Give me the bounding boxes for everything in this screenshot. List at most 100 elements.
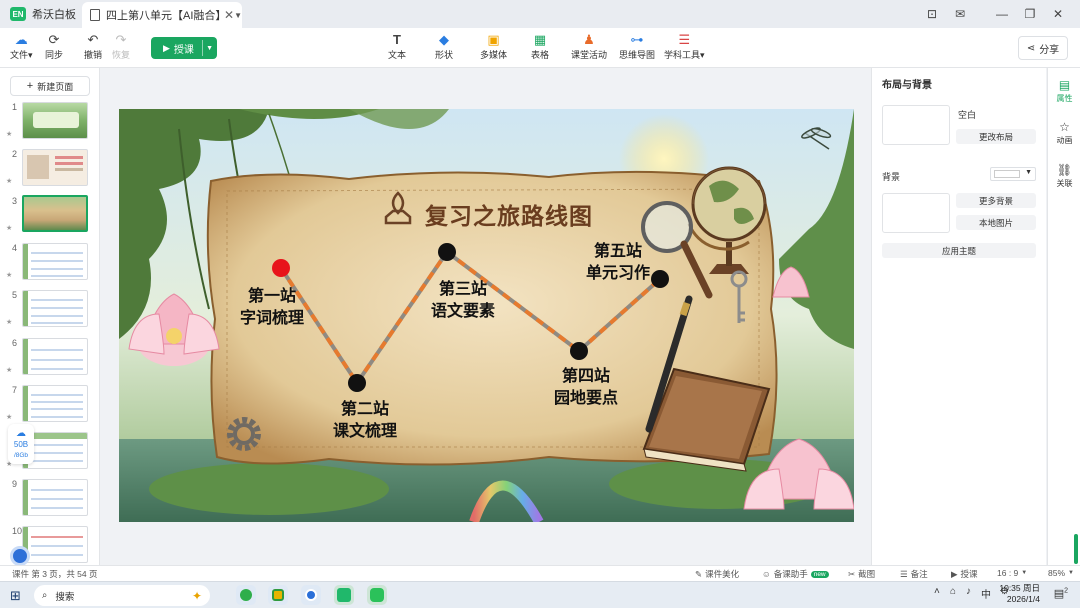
document-tab[interactable]: 四上第八单元【AI融合】 ▼ ✕ bbox=[82, 2, 242, 28]
page-thumbnail-5[interactable] bbox=[22, 290, 88, 327]
star-icon: ★ bbox=[6, 178, 13, 185]
message-icon[interactable]: ✉ bbox=[946, 7, 974, 21]
cloud-storage-badge[interactable]: ☁ 50B /8Gb bbox=[8, 424, 34, 464]
side-tab-bar: ▤ 属性 ☆ 动画 ⛓ 关联 bbox=[1047, 68, 1080, 565]
tab-animation[interactable]: ☆ 动画 bbox=[1048, 120, 1080, 146]
minimize-icon[interactable]: — bbox=[988, 7, 1016, 21]
more-background-button[interactable]: 更多背景 bbox=[956, 193, 1036, 208]
close-tab-icon[interactable]: ✕ bbox=[224, 8, 234, 22]
taskbar-app-sync-icon[interactable] bbox=[268, 585, 288, 605]
page-number: 2 bbox=[12, 149, 18, 159]
page-thumbnail-7[interactable] bbox=[22, 385, 88, 422]
station-marker[interactable] bbox=[438, 243, 456, 261]
zoom-select[interactable]: 85% ▼ bbox=[1048, 568, 1074, 578]
close-window-icon[interactable]: ✕ bbox=[1044, 7, 1072, 21]
canvas-area: 复习之旅路线图 第一站 字词梳理 第二站 课文梳理 第三站 语文要素 第四站 园… bbox=[101, 68, 870, 565]
change-layout-button[interactable]: 更改布局 bbox=[956, 129, 1036, 144]
notes-button[interactable]: ☰ 备注 bbox=[900, 568, 928, 580]
os-taskbar: ⊞ ⌕ 搜索 ✦ ˄ ⌂ ♪ 中 ⚙ 10:35 周日 2026/1/4 ▤2 bbox=[0, 581, 1080, 608]
tab-link-label: 关联 bbox=[1056, 179, 1073, 188]
apply-theme-button[interactable]: 应用主题 bbox=[882, 243, 1036, 258]
taskbar-search[interactable]: ⌕ 搜索 ✦ bbox=[34, 585, 210, 606]
station-label-4[interactable]: 第四站 园地要点 bbox=[546, 365, 626, 409]
background-preview[interactable] bbox=[882, 193, 950, 233]
station-5-topic: 单元习作 bbox=[585, 263, 650, 282]
station-label-1[interactable]: 第一站 字词梳理 bbox=[232, 285, 312, 329]
redo-button[interactable]: ↷ 恢复 bbox=[112, 32, 130, 61]
station-2-topic: 课文梳理 bbox=[332, 421, 397, 440]
color-swatch bbox=[994, 170, 1020, 178]
page-thumbnail-10[interactable] bbox=[22, 526, 88, 563]
redo-label: 恢复 bbox=[112, 50, 131, 60]
taskbar-app-wechat-icon[interactable] bbox=[367, 585, 387, 605]
layout-name: 空白 bbox=[958, 110, 977, 120]
station-label-3[interactable]: 第三站 语文要素 bbox=[423, 278, 503, 322]
taskbar-app-browser-icon[interactable] bbox=[236, 585, 256, 605]
page-thumbnail-2[interactable] bbox=[22, 149, 88, 186]
station-marker[interactable] bbox=[570, 342, 588, 360]
local-image-button[interactable]: 本地图片 bbox=[956, 215, 1036, 230]
sync-button[interactable]: ⟳ 同步 bbox=[45, 32, 63, 61]
shape-tool[interactable]: ◆ 形状 bbox=[435, 32, 453, 61]
layout-preview[interactable] bbox=[882, 105, 950, 145]
taskbar-clock[interactable]: 10:35 周日 2026/1/4 bbox=[999, 583, 1040, 605]
tab-properties[interactable]: ▤ 属性 bbox=[1048, 78, 1080, 104]
sparkle-icon: ✦ bbox=[191, 588, 202, 603]
page-thumbnail-6[interactable] bbox=[22, 338, 88, 375]
taskbar-app-seewo-icon[interactable] bbox=[334, 585, 354, 605]
background-color-picker[interactable]: ▼ bbox=[990, 167, 1036, 181]
chevron-down-icon[interactable]: ▼ bbox=[234, 11, 242, 20]
mindmap-tool[interactable]: ⊶ 思维导图 bbox=[619, 32, 655, 61]
activity-label: 课堂活动 bbox=[571, 50, 608, 60]
clock-time: 10:35 周日 bbox=[999, 583, 1040, 593]
ime-indicator[interactable]: 中 bbox=[981, 586, 991, 601]
text-tool[interactable]: T 文本 bbox=[388, 32, 406, 61]
assistant-button[interactable]: ☺ 备课助手 new bbox=[762, 568, 829, 580]
media-tool[interactable]: ▣ 多媒体 bbox=[480, 32, 507, 61]
document-icon bbox=[90, 9, 100, 21]
station-label-2[interactable]: 第二站 课文梳理 bbox=[325, 398, 405, 442]
tray-network-icon[interactable]: ⌂ bbox=[950, 586, 956, 597]
screenshot-button[interactable]: ✂ 截图 bbox=[848, 568, 875, 580]
star-icon: ★ bbox=[6, 272, 13, 279]
page-thumbnail-4[interactable] bbox=[22, 243, 88, 280]
windows-start-icon[interactable]: ⊞ bbox=[10, 588, 21, 604]
tray-expand-icon[interactable]: ˄ bbox=[934, 586, 940, 597]
teach-dropdown-icon[interactable]: ▼ bbox=[206, 45, 213, 52]
notification-icon[interactable]: ▤2 bbox=[1054, 587, 1068, 600]
teach-button[interactable]: ▶ 授课 ▼ bbox=[151, 37, 217, 59]
new-page-button[interactable]: + 新建页面 bbox=[10, 76, 90, 96]
aspect-ratio-select[interactable]: 16 : 9 ▼ bbox=[997, 568, 1027, 578]
scrollbar[interactable] bbox=[1074, 534, 1078, 564]
restore-icon[interactable]: ❐ bbox=[1016, 7, 1044, 21]
feedback-icon[interactable]: ⊡ bbox=[918, 7, 946, 21]
share-icon: ⋖ bbox=[1026, 42, 1036, 54]
slide[interactable]: 复习之旅路线图 第一站 字词梳理 第二站 课文梳理 第三站 语文要素 第四站 园… bbox=[119, 109, 854, 522]
page-thumbnail-3[interactable] bbox=[22, 195, 88, 232]
tab-link[interactable]: ⛓ 关联 bbox=[1048, 163, 1080, 189]
page-thumbnail-9[interactable] bbox=[22, 479, 88, 516]
app-logo-icon: EN bbox=[10, 7, 26, 21]
station-marker[interactable] bbox=[272, 259, 290, 277]
assistant-icon[interactable] bbox=[10, 546, 30, 566]
beautify-button[interactable]: ✎ 课件美化 bbox=[695, 568, 739, 580]
tray-volume-icon[interactable]: ♪ bbox=[966, 586, 971, 597]
share-button[interactable]: ⋖ 分享 bbox=[1018, 36, 1068, 60]
share-label: 分享 bbox=[1039, 44, 1060, 56]
station-marker[interactable] bbox=[348, 374, 366, 392]
page-thumbnail-1[interactable] bbox=[22, 102, 88, 139]
activity-tool[interactable]: ♟ 课堂活动 bbox=[571, 32, 607, 61]
file-menu[interactable]: ☁ 文件▾ bbox=[10, 32, 33, 61]
taskbar-app-chrome-icon[interactable] bbox=[301, 585, 321, 605]
subject-tools[interactable]: ☰ 学科工具▾ bbox=[664, 32, 705, 61]
status-teach-button[interactable]: ▶ 授课 bbox=[951, 568, 978, 580]
table-tool[interactable]: ▦ 表格 bbox=[531, 32, 549, 61]
station-label-5[interactable]: 第五站 单元习作 bbox=[578, 240, 658, 284]
chevron-down-icon: ▼ bbox=[1025, 169, 1032, 176]
background-label: 背景 bbox=[882, 172, 901, 182]
chevron-down-icon: ▼ bbox=[1021, 570, 1028, 576]
page-number: 4 bbox=[12, 243, 18, 253]
undo-button[interactable]: ↶ 撤销 bbox=[84, 32, 102, 61]
notification-count: 2 bbox=[1064, 587, 1068, 595]
station-4-topic: 园地要点 bbox=[553, 388, 618, 407]
